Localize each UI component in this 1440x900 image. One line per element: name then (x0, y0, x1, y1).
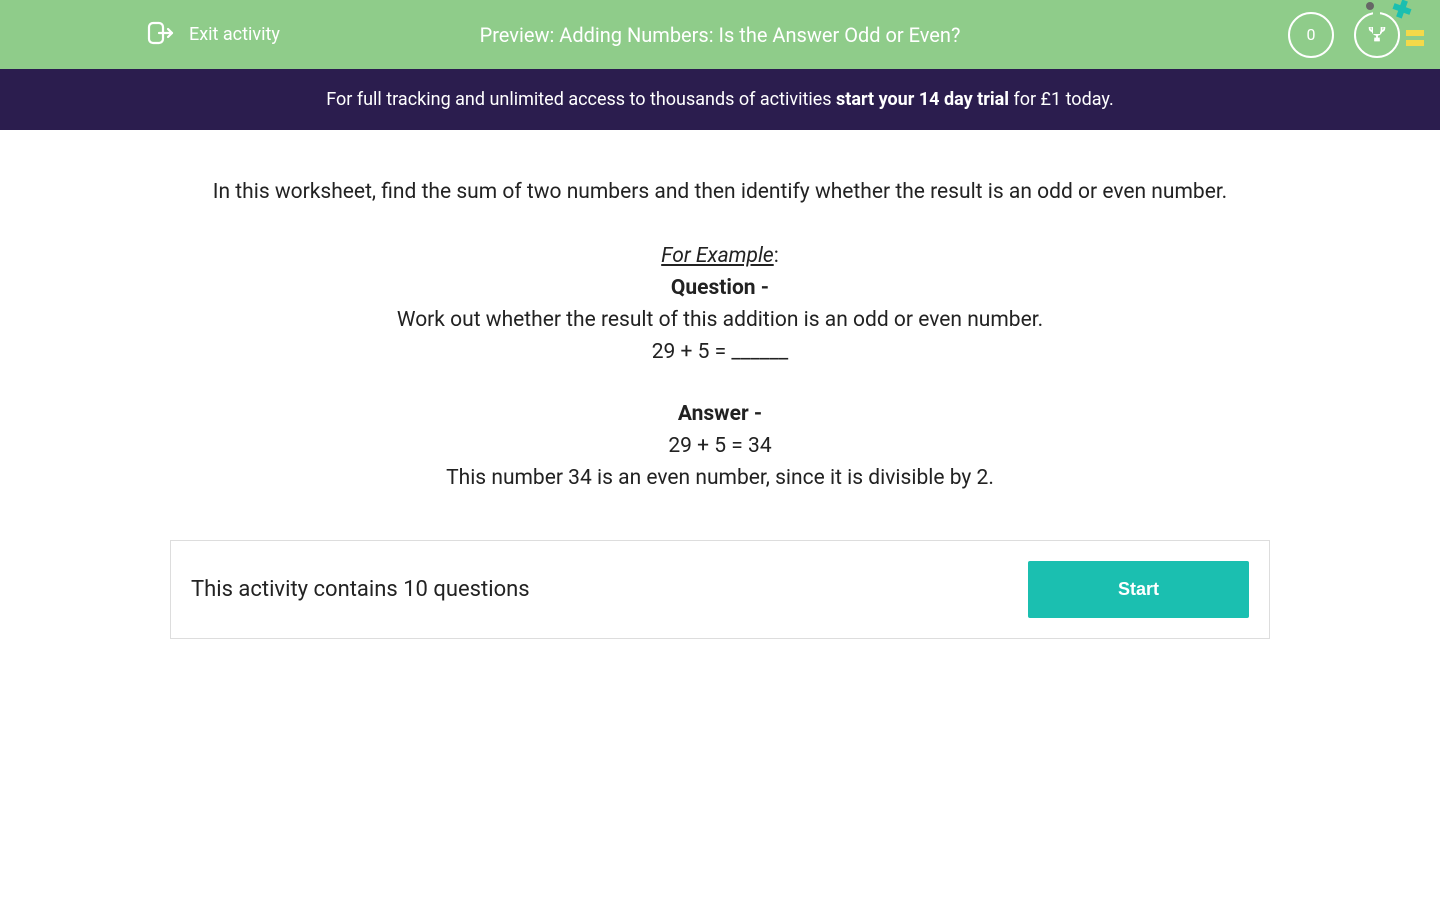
action-card: This activity contains 10 questions Star… (170, 540, 1270, 639)
example-label: For Example (661, 244, 774, 268)
question-label: Question - (170, 276, 1270, 300)
question-prompt: Work out whether the result of this addi… (170, 308, 1270, 332)
corner-logo (1360, 0, 1430, 52)
exit-icon (145, 18, 175, 52)
question-count-label: This activity contains 10 questions (191, 577, 530, 602)
exit-activity-label: Exit activity (189, 24, 280, 45)
page-title: Preview: Adding Numbers: Is the Answer O… (480, 23, 961, 47)
promo-bold: start your 14 day trial (836, 89, 1009, 110)
answer-label: Answer - (170, 402, 1270, 426)
header-bar: Exit activity Preview: Adding Numbers: I… (0, 0, 1440, 69)
points-value: 0 (1307, 25, 1316, 44)
start-button[interactable]: Start (1028, 561, 1249, 618)
example-heading: For Example: (170, 244, 1270, 268)
answer-explanation: This number 34 is an even number, since … (170, 466, 1270, 490)
question-expression: 29 + 5 = ______ (170, 340, 1270, 364)
worksheet-intro: In this worksheet, find the sum of two n… (170, 180, 1270, 204)
content-area: In this worksheet, find the sum of two n… (170, 130, 1270, 639)
points-badge[interactable]: 0 (1288, 12, 1334, 58)
example-colon: : (774, 244, 779, 268)
promo-bar[interactable]: For full tracking and unlimited access t… (0, 69, 1440, 130)
promo-prefix: For full tracking and unlimited access t… (326, 89, 836, 110)
exit-activity-button[interactable]: Exit activity (145, 18, 280, 52)
promo-suffix: for £1 today. (1009, 89, 1114, 110)
answer-expression: 29 + 5 = 34 (170, 434, 1270, 458)
